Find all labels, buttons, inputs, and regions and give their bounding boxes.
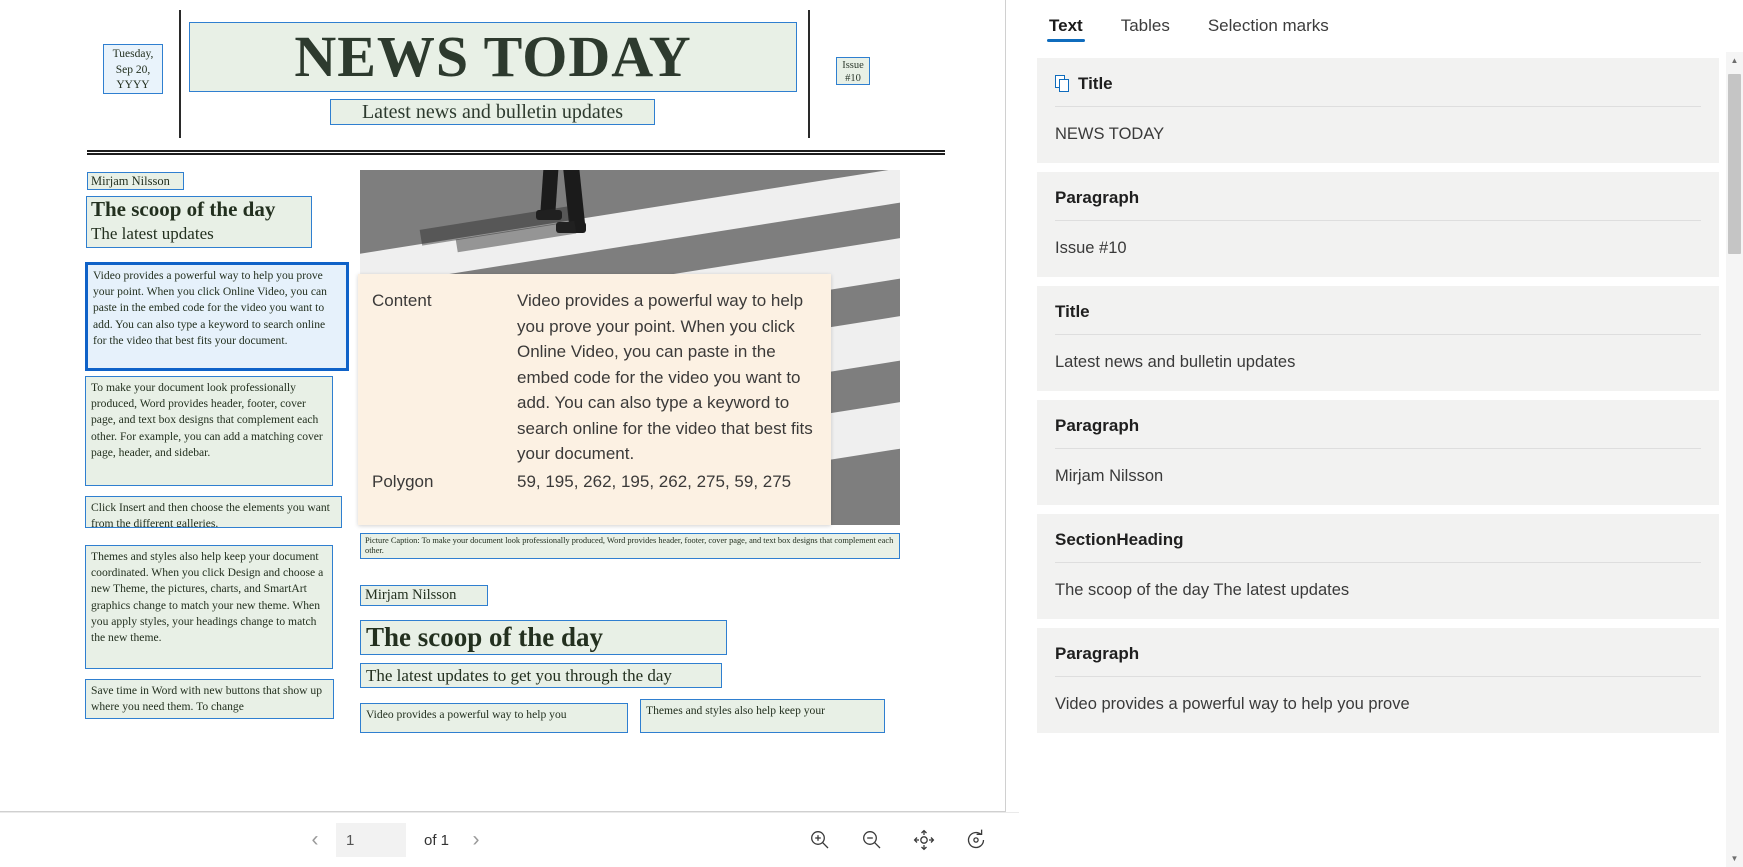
panel-tabs: Text Tables Selection marks <box>1019 0 1743 52</box>
analysis-panel: Text Tables Selection marks Title NEWS T… <box>1019 0 1743 867</box>
left-subheading: The latest updates <box>91 224 214 243</box>
zoom-out-icon[interactable] <box>857 825 887 855</box>
tooltip-polygon-row: Polygon 59, 195, 262, 195, 262, 275, 59,… <box>372 469 815 495</box>
result-card-type: Paragraph <box>1055 644 1140 663</box>
issue-textbox[interactable]: Issue #10 <box>836 57 870 85</box>
document-viewer: Tuesday, Sep 20, YYYY NEWS TODAY Latest … <box>0 0 1019 867</box>
left-paragraph-3-box[interactable]: Click Insert and then choose the element… <box>85 496 342 528</box>
lower-left-paragraph: Video provides a powerful way to help yo… <box>366 708 567 721</box>
scrollbar-thumb[interactable] <box>1728 74 1741 254</box>
result-card[interactable]: SectionHeading The scoop of the day The … <box>1037 514 1719 619</box>
date-line-2: Sep 20, <box>115 63 151 76</box>
masthead-rule <box>87 150 945 155</box>
result-card-value: Video provides a powerful way to help yo… <box>1055 695 1410 713</box>
tooltip-content-row: Content Video provides a powerful way to… <box>372 288 815 467</box>
field-tooltip: Content Video provides a powerful way to… <box>358 274 831 525</box>
masthead: Tuesday, Sep 20, YYYY NEWS TODAY Latest … <box>0 0 1006 148</box>
result-card-type: Title <box>1055 302 1090 321</box>
tooltip-polygon-label: Polygon <box>372 471 434 491</box>
result-card-value: Mirjam Nilsson <box>1055 467 1164 485</box>
masthead-subtitle-box[interactable]: Latest news and bulletin updates <box>330 99 655 125</box>
scroll-up-icon[interactable]: ▲ <box>1726 52 1743 69</box>
issue-label: Issue #10 <box>842 60 864 84</box>
left-paragraph-2-box[interactable]: To make your document look professionall… <box>85 376 333 486</box>
result-card-value: Issue #10 <box>1055 239 1127 257</box>
document-page: Tuesday, Sep 20, YYYY NEWS TODAY Latest … <box>0 0 1006 812</box>
fit-to-page-icon[interactable] <box>909 825 939 855</box>
left-byline: Mirjam Nilsson <box>91 174 170 188</box>
result-card-header: Paragraph <box>1055 416 1701 449</box>
viewer-tools <box>805 825 991 855</box>
left-heading: The scoop of the day <box>91 197 276 221</box>
left-paragraph-5-box[interactable]: Save time in Word with new buttons that … <box>85 679 334 719</box>
previous-page-button[interactable]: ‹ <box>300 825 330 855</box>
result-card[interactable]: Paragraph Mirjam Nilsson <box>1037 400 1719 505</box>
date-line-3: YYYY <box>116 79 150 91</box>
left-heading-box[interactable]: The scoop of the day The latest updates <box>86 196 312 248</box>
masthead-divider-right <box>808 10 810 138</box>
result-card-type: SectionHeading <box>1055 530 1184 549</box>
left-paragraph-1-box[interactable]: Video provides a powerful way to help yo… <box>85 262 349 371</box>
scroll-down-icon[interactable]: ▼ <box>1726 850 1743 867</box>
result-card-header: Title <box>1055 74 1701 107</box>
result-card[interactable]: Paragraph Issue #10 <box>1037 172 1719 277</box>
tooltip-polygon-value: 59, 195, 262, 195, 262, 275, 59, 275 <box>517 471 792 491</box>
result-card[interactable]: Paragraph Video provides a powerful way … <box>1037 628 1719 733</box>
masthead-subtitle: Latest news and bulletin updates <box>361 101 624 123</box>
tooltip-content-value: Video provides a powerful way to help yo… <box>517 291 813 463</box>
masthead-title: NEWS TODAY <box>294 24 692 89</box>
rotate-icon[interactable] <box>961 825 991 855</box>
result-card-header: Title <box>1055 302 1701 335</box>
lower-right-paragraph-box[interactable]: Themes and styles also help keep your <box>640 699 885 733</box>
lower-left-paragraph-box[interactable]: Video provides a powerful way to help yo… <box>360 703 628 733</box>
app-root: Tuesday, Sep 20, YYYY NEWS TODAY Latest … <box>0 0 1743 867</box>
result-card-value: NEWS TODAY <box>1055 125 1165 143</box>
left-paragraph-3: Click Insert and then choose the element… <box>91 501 330 528</box>
result-card-type: Paragraph <box>1055 416 1140 435</box>
document-copy-icon <box>1055 75 1072 93</box>
right-byline-box[interactable]: Mirjam Nilsson <box>360 585 488 606</box>
masthead-title-box[interactable]: NEWS TODAY <box>189 22 797 92</box>
result-card-header: SectionHeading <box>1055 530 1701 563</box>
page-scroll-area[interactable]: Tuesday, Sep 20, YYYY NEWS TODAY Latest … <box>0 0 1019 812</box>
left-paragraph-4: Themes and styles also help keep your do… <box>91 550 324 645</box>
left-paragraph-5: Save time in Word with new buttons that … <box>91 684 323 714</box>
picture-caption: Picture Caption: To make your document l… <box>365 536 894 556</box>
panel-result-list[interactable]: Title NEWS TODAY Paragraph Issue #10 Tit… <box>1019 52 1743 867</box>
lower-right-paragraph: Themes and styles also help keep your <box>646 704 826 717</box>
picture-caption-box[interactable]: Picture Caption: To make your document l… <box>360 533 900 559</box>
right-subheading-box[interactable]: The latest updates to get you through th… <box>360 663 722 688</box>
result-card-value: The scoop of the day The latest updates <box>1055 581 1350 599</box>
right-subheading: The latest updates to get you through th… <box>366 666 672 685</box>
right-heading: The scoop of the day <box>366 622 604 652</box>
page-number-input[interactable] <box>336 823 406 857</box>
date-textbox[interactable]: Tuesday, Sep 20, YYYY <box>103 44 163 94</box>
date-line-1: Tuesday, <box>112 48 154 60</box>
page-count-label: of 1 <box>424 831 450 849</box>
panel-scrollbar[interactable]: ▲ ▼ <box>1726 52 1743 867</box>
pagination-controls: ‹ of 1 › <box>300 823 491 857</box>
next-page-button[interactable]: › <box>461 825 491 855</box>
tab-tables[interactable]: Tables <box>1105 0 1186 52</box>
result-card-type: Paragraph <box>1055 188 1140 207</box>
right-heading-box[interactable]: The scoop of the day <box>360 620 727 655</box>
result-card[interactable]: Title NEWS TODAY <box>1037 58 1719 163</box>
tooltip-content-label: Content <box>372 291 432 310</box>
left-byline-box[interactable]: Mirjam Nilsson <box>87 172 184 190</box>
result-card[interactable]: Title Latest news and bulletin updates <box>1037 286 1719 391</box>
result-card-header: Paragraph <box>1055 644 1701 677</box>
tab-selection-marks[interactable]: Selection marks <box>1192 0 1345 52</box>
tab-text[interactable]: Text <box>1033 0 1099 52</box>
left-paragraph-1: Video provides a powerful way to help yo… <box>93 269 327 347</box>
zoom-in-icon[interactable] <box>805 825 835 855</box>
right-byline: Mirjam Nilsson <box>365 587 457 603</box>
result-card-header: Paragraph <box>1055 188 1701 221</box>
result-card-value: Latest news and bulletin updates <box>1055 353 1296 371</box>
left-paragraph-4-box[interactable]: Themes and styles also help keep your do… <box>85 545 333 669</box>
viewer-toolbar: ‹ of 1 › <box>0 812 1019 867</box>
masthead-divider-left <box>179 10 181 138</box>
left-paragraph-2: To make your document look professionall… <box>91 381 323 459</box>
result-card-type: Title <box>1078 74 1113 93</box>
